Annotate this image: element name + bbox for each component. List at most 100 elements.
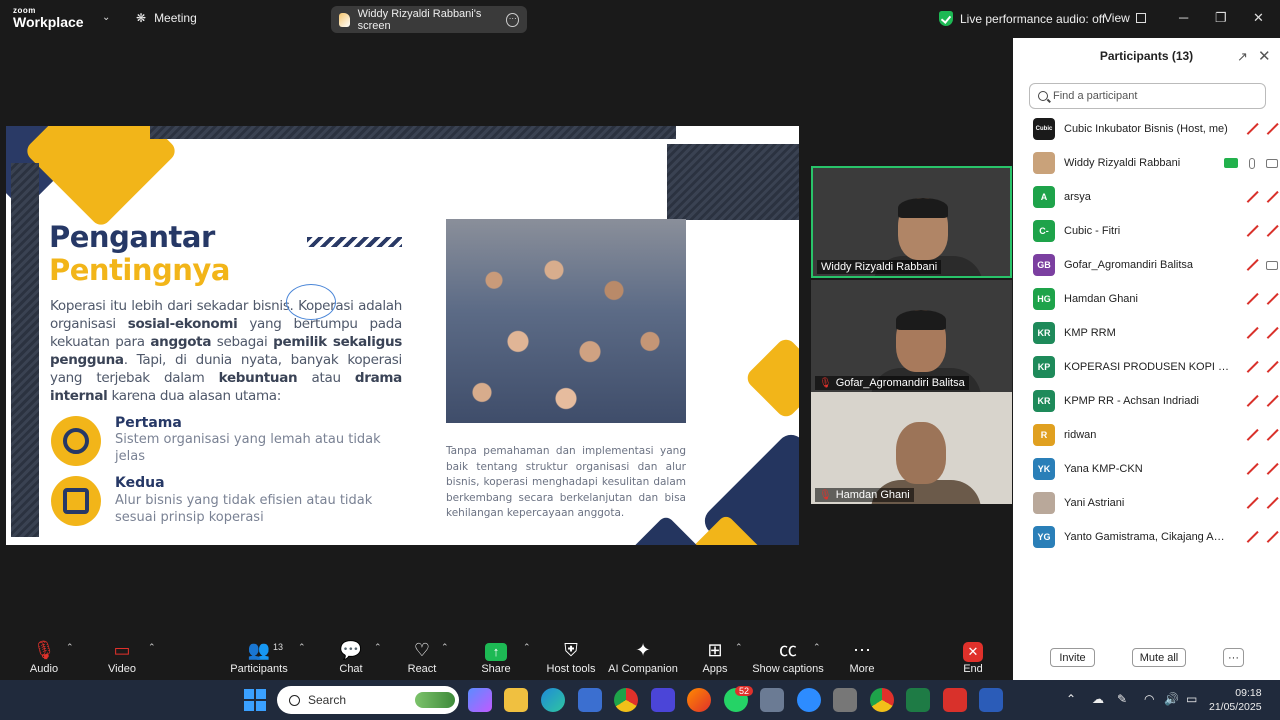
video-off-icon[interactable] [1266,123,1278,135]
video-off-icon[interactable] [1266,327,1278,339]
participant-row[interactable]: Cubic Cubic Inkubator Bisnis (Host, me) [1013,112,1280,146]
chevron-down-icon[interactable]: ⌄ [102,12,110,23]
more-button[interactable]: ··· [1223,648,1244,667]
close-icon[interactable]: ✕ [1258,47,1271,65]
chevron-up-icon[interactable]: ⌃ [66,642,74,653]
participant-row[interactable]: KP KOPERASI PRODUSEN KOPI MAN... [1013,350,1280,384]
maximize-icon[interactable]: ❐ [1215,10,1227,26]
chevron-up-icon[interactable]: ⌃ [735,642,743,653]
invite-button[interactable]: Invite [1050,648,1095,667]
video-off-icon[interactable] [1266,395,1278,407]
acrobat-icon[interactable] [943,688,967,712]
chevron-up-icon[interactable]: ⌃ [298,642,306,653]
video-tile[interactable]: 🎙 Hamdan Ghani [811,392,1012,504]
participant-row[interactable]: C- Cubic - Fitri [1013,214,1280,248]
copilot-icon[interactable] [468,688,492,712]
video-off-icon[interactable] [1266,191,1278,203]
video-off-icon[interactable] [1266,293,1278,305]
pen-icon[interactable]: ✎ [1117,692,1127,706]
participant-row[interactable]: YG Yanto Gamistrama, Cikajang Agro ... [1013,520,1280,554]
participant-row[interactable]: KR KPMP RR - Achsan Indriadi [1013,384,1280,418]
video-icon[interactable] [1266,158,1278,168]
firefox-icon[interactable] [687,688,711,712]
battery-icon[interactable]: ▭ [1186,692,1197,706]
host-tools-button[interactable]: ⛨ Host tools [531,639,611,675]
participant-row[interactable]: Aarsya [1013,180,1280,214]
mic-icon[interactable] [1249,157,1255,169]
participant-row[interactable]: GB Gofar_Agromandiri Balitsa [1013,248,1280,282]
video-off-icon[interactable] [1266,497,1278,509]
ai-companion-button[interactable]: ✦ AI Companion [603,639,683,675]
edge-icon[interactable] [541,688,565,712]
video-off-icon[interactable] [1266,361,1278,373]
chevron-up-icon[interactable]: ⌃ [1066,692,1076,706]
close-icon[interactable]: ✕ [1253,10,1264,26]
popout-icon[interactable]: ↗ [1237,49,1248,65]
mic-off-icon[interactable] [1246,225,1258,237]
screen-share-pill[interactable]: Widdy Rizyaldi Rabbani's screen ··· [331,6,527,33]
video-off-icon[interactable] [1266,531,1278,543]
speaker-icon[interactable]: 🔊 [1164,692,1179,706]
mic-off-icon[interactable] [1246,123,1258,135]
view-menu[interactable]: View [1104,11,1146,25]
more-options-icon[interactable]: ··· [506,12,520,27]
more-button[interactable]: ⋯ More [822,639,902,675]
participant-row[interactable]: HG Hamdan Ghani [1013,282,1280,316]
apps-button[interactable]: ⊞ Apps [675,639,755,675]
wifi-icon[interactable]: ◠ [1144,692,1154,706]
presenter-avatar-icon [339,12,350,27]
participant-row[interactable]: KR KMP RRM [1013,316,1280,350]
camera-app-icon[interactable] [833,688,857,712]
chevron-up-icon[interactable]: ⌃ [441,642,449,653]
zoom-taskbar-icon[interactable] [797,688,821,712]
mute-all-button[interactable]: Mute all [1132,648,1186,667]
windows-start-icon[interactable] [244,689,266,711]
video-icon[interactable] [1266,260,1278,270]
zoom-logo[interactable]: zoom Workplace [13,7,84,30]
mic-off-icon[interactable] [1246,497,1258,509]
mic-off-icon[interactable] [1246,293,1258,305]
mic-off-icon[interactable] [1246,429,1258,441]
taskbar-search-input[interactable]: Search [277,686,459,714]
word-icon[interactable] [979,688,1003,712]
mic-off-icon[interactable] [1246,191,1258,203]
participant-search-input[interactable]: Find a participant [1029,83,1266,109]
mic-off-icon[interactable] [1246,395,1258,407]
participant-row[interactable]: Widdy Rizyaldi Rabbani [1013,146,1280,180]
file-explorer-icon[interactable] [504,688,528,712]
taskbar-clock[interactable]: 09:18 21/05/2025 [1209,686,1262,714]
store-icon[interactable] [578,688,602,712]
video-tile[interactable]: 🎙 Gofar_Agromandiri Balitsa [811,280,1012,392]
participant-row[interactable]: Rridwan [1013,418,1280,452]
chevron-up-icon[interactable]: ⌃ [148,642,156,653]
chrome-profile-icon[interactable] [870,688,894,712]
mic-off-icon[interactable] [1246,259,1258,271]
app-icon[interactable] [760,688,784,712]
mic-off-icon[interactable] [1246,361,1258,373]
mic-off-icon[interactable] [1246,463,1258,475]
react-button[interactable]: ♡ React [382,639,462,675]
mic-off-icon[interactable] [1246,327,1258,339]
participant-row[interactable]: YK Yana KMP-CKN [1013,452,1280,486]
notification-badge: 52 [735,686,754,696]
math-app-icon[interactable] [651,688,675,712]
mic-off-icon[interactable] [1246,531,1258,543]
participants-button[interactable]: 👥 Participants [219,639,299,675]
performance-status[interactable]: Live performance audio: off [939,11,1105,26]
end-button[interactable]: ✕ End [933,639,1013,675]
participant-avatar: KR [1033,390,1055,412]
excel-icon[interactable] [906,688,930,712]
video-off-icon[interactable] [1266,429,1278,441]
screen-share-icon[interactable] [1224,158,1238,168]
chevron-up-icon[interactable]: ⌃ [813,642,821,653]
chrome-icon[interactable] [614,688,638,712]
minimize-icon[interactable]: ─ [1179,10,1188,25]
cloud-icon[interactable]: ☁ [1092,692,1104,706]
video-off-icon[interactable] [1266,225,1278,237]
chevron-up-icon[interactable]: ⌃ [523,642,531,653]
participant-row[interactable]: Yani Astriani [1013,486,1280,520]
meeting-menu[interactable]: ❋ Meeting [136,11,197,25]
video-off-icon[interactable] [1266,463,1278,475]
chevron-up-icon[interactable]: ⌃ [374,642,382,653]
video-tile[interactable]: Widdy Rizyaldi Rabbani [811,166,1012,278]
